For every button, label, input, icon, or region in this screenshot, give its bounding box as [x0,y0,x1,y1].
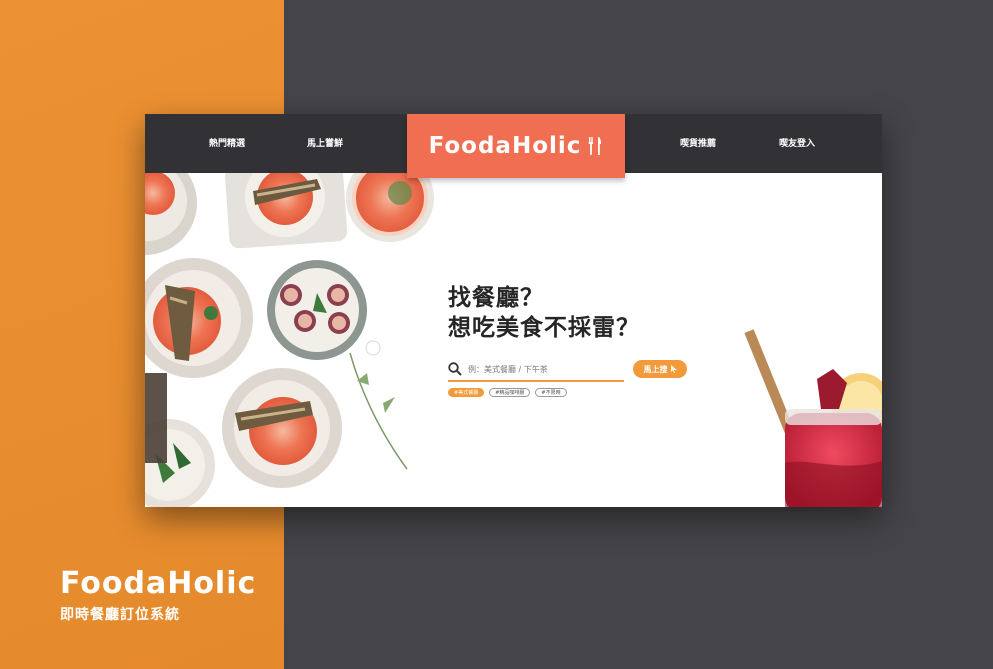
headline-line-1: 找餐廳？ [448,285,544,311]
search-button[interactable]: 馬上搜 [633,360,687,378]
hero-section: 找餐廳？ 想吃美食不採雷？ 馬上搜 #美式餐廳 #精品咖啡廳 #不限時 [145,173,882,507]
tag-list: #美式餐廳 #精品咖啡廳 #不限時 [448,388,567,397]
nav-item-try-now[interactable]: 馬上嘗鮮 [307,136,343,149]
search-input[interactable] [468,361,623,377]
nav-item-recommend[interactable]: 喫貨推薦 [680,136,716,149]
search-icon [448,362,462,376]
cursor-icon [670,365,677,373]
brand-block: FoodaHolic 即時餐廳訂位系統 [60,566,256,624]
cutlery-icon [588,137,602,155]
logo-button[interactable]: FoodaHolic [407,114,625,178]
brand-tagline: 即時餐廳訂位系統 [60,607,180,623]
nav-item-hot-picks[interactable]: 熱門精選 [209,136,245,149]
nav-item-login[interactable]: 喫友登入 [779,136,815,149]
website-mockup: 熱門精選 馬上嘗鮮 喫貨推薦 喫友登入 FoodaHolic 找餐廳？ 想吃美食… [145,114,882,507]
search-underline [448,380,624,382]
brand-logo: FoodaHolic [60,566,257,601]
tag-american-restaurant[interactable]: #美式餐廳 [448,388,485,397]
search-button-label: 馬上搜 [643,364,668,374]
tag-no-time-limit[interactable]: #不限時 [535,388,567,397]
tag-specialty-cafe[interactable]: #精品咖啡廳 [489,388,531,397]
hero-headline: 找餐廳？ 想吃美食不採雷？ [448,283,640,343]
headline-line-2: 想吃美食不採雷？ [448,315,640,341]
logo-text: FoodaHolic [428,133,582,159]
